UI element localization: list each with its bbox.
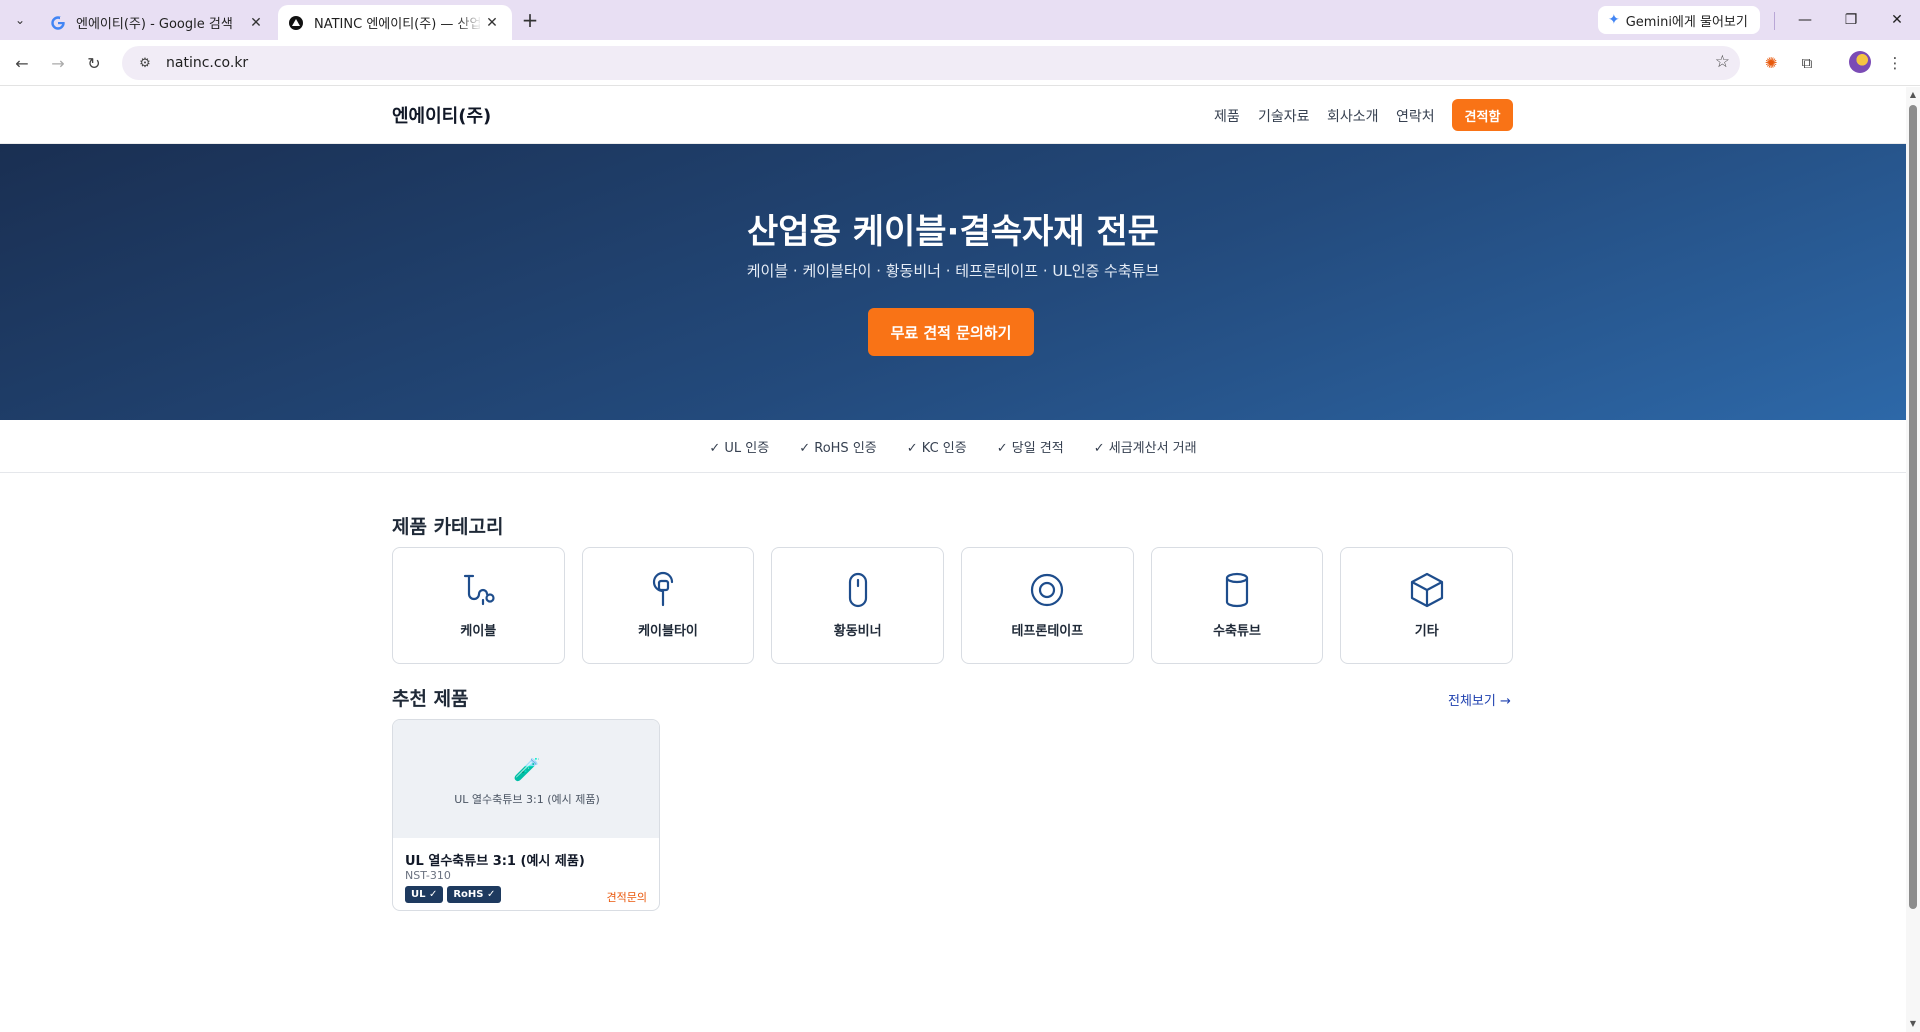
forward-icon[interactable]: → — [44, 49, 72, 77]
app-triangle-icon — [288, 15, 304, 31]
cable-icon — [458, 570, 498, 610]
nav-products[interactable]: 제품 — [1214, 106, 1240, 126]
bookmark-star-icon[interactable]: ☆ — [1715, 52, 1730, 72]
gemini-sparkle-icon: ✦ — [1608, 12, 1620, 28]
nav-contact[interactable]: 연락처 — [1396, 106, 1435, 126]
cylinder-icon — [1217, 570, 1257, 610]
tab-search-button[interactable]: ⌄ — [8, 8, 32, 32]
scrollbar-thumb[interactable] — [1909, 105, 1917, 909]
google-g-icon — [50, 15, 66, 31]
tab-title: 엔에이티(주) - Google 검색 — [76, 17, 233, 32]
url-text[interactable]: natinc.co.kr — [166, 55, 248, 71]
category-card-cable-tie[interactable]: 케이블타이 — [581, 547, 755, 664]
category-card-shrink-tube[interactable]: 수축튜브 — [1150, 547, 1324, 664]
site-info-icon[interactable]: ⚙ — [130, 56, 160, 71]
address-bar[interactable]: ⚙ natinc.co.kr ☆ — [122, 46, 1740, 80]
extensions-puzzle-icon[interactable]: ⧉ — [1796, 52, 1818, 74]
badge-rohs: RoHS ✓ — [447, 886, 502, 903]
category-label: 테프론테이프 — [1011, 624, 1084, 639]
see-all-link[interactable]: 전체보기 → — [1448, 690, 1511, 709]
mouse-icon — [838, 570, 878, 610]
restore-icon[interactable]: ❐ — [1828, 6, 1874, 34]
more-menu-icon[interactable]: ⋮ — [1884, 52, 1906, 74]
free-quote-button[interactable]: 무료 견적 문의하기 — [868, 308, 1034, 356]
reload-icon[interactable]: ↻ — [80, 49, 108, 77]
tab-strip: ⌄ 엔에이티(주) - Google 검색 ✕ NATINC 엔에이티(주) —… — [0, 0, 1920, 40]
site-logo[interactable]: 엔에이티(주) — [392, 102, 491, 128]
extension-sunburst-icon[interactable]: ✺ — [1760, 52, 1782, 74]
page-scrollbar[interactable]: ▲ ▼ — [1906, 87, 1920, 1032]
trust-item-same-day: ✓ 당일 견적 — [996, 440, 1064, 456]
minimize-icon[interactable]: — — [1782, 6, 1828, 34]
back-icon[interactable]: ← — [8, 49, 36, 77]
hero-title: 산업용 케이블·결속자재 전문 — [747, 212, 1159, 252]
categories-title: 제품 카테고리 — [392, 516, 504, 538]
product-badges: UL ✓ RoHS ✓ — [405, 886, 502, 903]
product-card[interactable]: 🧪 UL 열수축튜브 3:1 (예시 제품) UL 열수축튜브 3:1 (예시 … — [392, 719, 660, 911]
trust-bar: ✓ UL 인증 ✓ RoHS 인증 ✓ KC 인증 ✓ 당일 견적 ✓ 세금계산… — [0, 420, 1906, 473]
quote-cart-button[interactable]: 견적함 — [1452, 99, 1513, 131]
category-card-cable[interactable]: 케이블 — [392, 547, 565, 664]
tab-title: NATINC 엔에이티(주) — 산업용 — [314, 17, 482, 32]
tab-natinc[interactable]: NATINC 엔에이티(주) — 산업용 ✕ — [278, 5, 512, 40]
page-viewport: 엔에이티(주) 제품 기술자료 회사소개 연락처 견적함 산업용 케이블·결속자… — [0, 87, 1906, 1032]
chevron-down-icon: ⌄ — [14, 13, 26, 27]
nav-tech-docs[interactable]: 기술자료 — [1258, 106, 1310, 126]
product-image: 🧪 UL 열수축튜브 3:1 (예시 제품) — [393, 720, 659, 838]
quote-inquiry-link[interactable]: 견적문의 — [607, 889, 647, 905]
trust-item-tax-invoice: ✓ 세금계산서 거래 — [1093, 440, 1197, 456]
product-code: NST-310 — [405, 869, 451, 882]
product-image-caption: UL 열수축튜브 3:1 (예시 제품) — [454, 793, 600, 806]
trust-item-rohs: ✓ RoHS 인증 — [799, 440, 877, 456]
tape-roll-icon — [1027, 570, 1067, 610]
category-label: 케이블타이 — [638, 624, 698, 639]
site-header: 엔에이티(주) 제품 기술자료 회사소개 연락처 견적함 — [0, 87, 1906, 144]
new-tab-button[interactable]: + — [518, 8, 542, 32]
cable-tie-icon — [648, 570, 688, 610]
category-label: 황동비너 — [833, 624, 882, 639]
badge-ul: UL ✓ — [405, 886, 444, 903]
close-icon[interactable]: ✕ — [482, 13, 502, 33]
close-icon[interactable]: ✕ — [246, 13, 266, 33]
trust-item-ul: ✓ UL 인증 — [709, 440, 770, 456]
profile-avatar[interactable] — [1849, 51, 1871, 73]
test-tube-icon: 🧪 — [513, 758, 541, 783]
featured-title: 추천 제품 — [392, 688, 469, 710]
hero-banner: 산업용 케이블·결속자재 전문 케이블 · 케이블타이 · 황동비너 · 테프론… — [0, 144, 1906, 420]
close-window-icon[interactable]: ✕ — [1874, 6, 1920, 34]
hero-subtitle: 케이블 · 케이블타이 · 황동비너 · 테프론테이프 · UL인증 수축튜브 — [746, 262, 1160, 280]
scroll-up-icon[interactable]: ▲ — [1908, 90, 1918, 100]
box-icon — [1407, 570, 1447, 610]
category-label: 기타 — [1414, 624, 1439, 639]
scroll-down-icon[interactable]: ▼ — [1908, 1019, 1918, 1029]
category-card-brass-biner[interactable]: 황동비너 — [771, 547, 945, 664]
nav-about[interactable]: 회사소개 — [1327, 106, 1379, 126]
browser-toolbar: ← → ↻ ⚙ natinc.co.kr ☆ ✺ ⧉ ⋮ — [0, 40, 1920, 86]
category-label: 케이블 — [460, 624, 497, 639]
divider — [1774, 12, 1775, 30]
tab-google-search[interactable]: 엔에이티(주) - Google 검색 ✕ — [40, 5, 276, 40]
category-grid: 케이블 케이블타이 황동비너 테프론테이프 수축튜브 기타 — [392, 547, 1514, 664]
gemini-label: Gemini에게 물어보기 — [1625, 14, 1748, 30]
category-label: 수축튜브 — [1213, 624, 1261, 639]
gemini-button[interactable]: ✦ Gemini에게 물어보기 — [1598, 6, 1760, 34]
trust-item-kc: ✓ KC 인증 — [906, 440, 967, 456]
category-card-etc[interactable]: 기타 — [1340, 547, 1514, 664]
category-card-teflon-tape[interactable]: 테프론테이프 — [961, 547, 1134, 664]
product-name[interactable]: UL 열수축튜브 3:1 (예시 제품) — [405, 850, 585, 869]
